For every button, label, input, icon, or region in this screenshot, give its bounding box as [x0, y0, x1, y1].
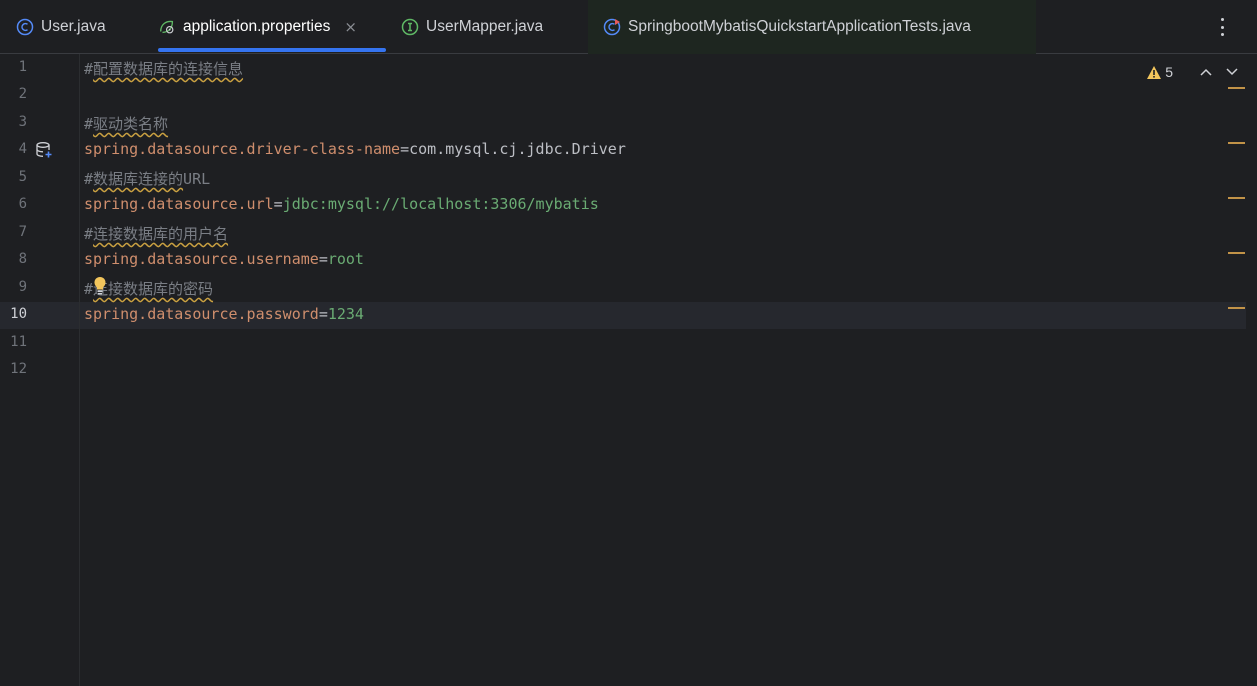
code-line[interactable]: 5 #数据库连接的URL: [0, 165, 1246, 192]
line-number: 5: [18, 169, 27, 185]
tab-application-properties[interactable]: application.properties ×: [158, 0, 386, 54]
tab-usermapper-java[interactable]: UserMapper.java: [401, 0, 543, 54]
code-line[interactable]: 1 #配置数据库的连接信息: [0, 55, 1246, 82]
line-number: 8: [18, 251, 27, 267]
line-content: #配置数据库的连接信息: [84, 60, 244, 78]
code-line[interactable]: 6 spring.datasource.url=jdbc:mysql://loc…: [0, 192, 1246, 219]
tab-label: UserMapper.java: [426, 18, 544, 35]
line-number: 11: [10, 334, 27, 350]
line-content: spring.datasource.url=jdbc:mysql://local…: [84, 195, 599, 213]
line-number: 2: [18, 86, 27, 102]
code-line[interactable]: 7 #连接数据库的用户名: [0, 220, 1246, 247]
line-number: 6: [18, 196, 27, 212]
class-c-icon: [16, 18, 34, 36]
line-content: #数据库连接的URL: [84, 170, 211, 188]
code-editor[interactable]: 5 1 #配置数据库的连接信息 2 3 #驱动类名称 4 spring.data…: [0, 54, 1257, 686]
line-content: #驱动类名称: [84, 115, 169, 133]
line-number: 10: [10, 306, 27, 322]
code-line[interactable]: 10 spring.datasource.password=1234: [0, 302, 1246, 329]
lightbulb-icon[interactable]: [93, 276, 107, 296]
code-line[interactable]: 11: [0, 330, 1246, 357]
line-number: 3: [18, 114, 27, 130]
tab-user-java[interactable]: User.java: [16, 0, 106, 54]
more-tabs-icon[interactable]: [1213, 16, 1231, 38]
line-content: #连接数据库的用户名: [84, 225, 229, 243]
code-line[interactable]: 9 #连接数据库的密码: [0, 275, 1246, 302]
code-line[interactable]: 8 spring.datasource.username=root: [0, 247, 1246, 274]
interface-i-icon: [401, 18, 419, 36]
line-number: 7: [18, 224, 27, 240]
line-number: 1: [18, 59, 27, 75]
test-class-icon: [603, 18, 621, 36]
tab-application-tests[interactable]: SpringbootMybatisQuickstartApplicationTe…: [588, 0, 1036, 54]
line-content: spring.datasource.password=1234: [84, 305, 364, 323]
code-line[interactable]: 3 #驱动类名称: [0, 110, 1246, 137]
close-tab-icon[interactable]: ×: [344, 18, 357, 36]
line-number: 4: [18, 141, 27, 157]
tab-label: User.java: [41, 18, 106, 35]
database-icon[interactable]: [35, 141, 53, 159]
tab-label: SpringbootMybatisQuickstartApplicationTe…: [628, 18, 971, 35]
line-content: spring.datasource.driver-class-name=com.…: [84, 140, 626, 158]
code-line[interactable]: 12: [0, 357, 1246, 384]
line-number: 12: [10, 361, 27, 377]
line-content: spring.datasource.username=root: [84, 250, 364, 268]
code-line[interactable]: 4 spring.datasource.driver-class-name=co…: [0, 137, 1246, 164]
tab-label: application.properties: [183, 18, 331, 35]
code-line[interactable]: 2: [0, 82, 1246, 109]
spring-leaf-icon: [158, 18, 176, 36]
line-number: 9: [18, 279, 27, 295]
editor-tab-bar: User.java application.properties × UserM…: [0, 0, 1257, 54]
